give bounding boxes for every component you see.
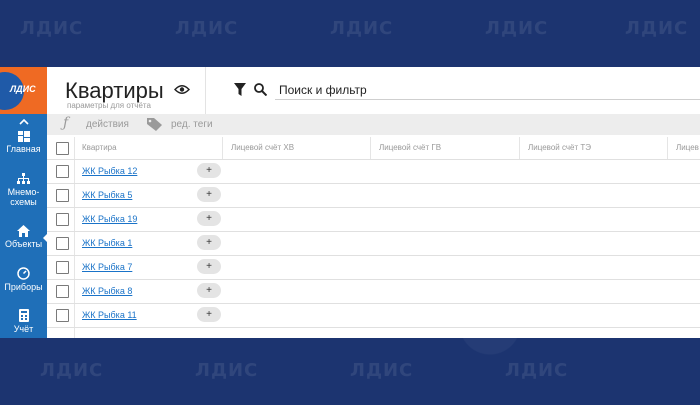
table-row[interactable]: ЖК Рыбка 1 + [47, 232, 700, 256]
add-button[interactable]: + [197, 211, 221, 226]
row-checkbox[interactable] [56, 309, 69, 322]
column-divider [519, 137, 520, 159]
apartment-link[interactable]: ЖК Рыбка 19 [82, 214, 137, 224]
page-subtitle: параметры для отчёта [67, 101, 151, 110]
add-button[interactable]: + [197, 283, 221, 298]
sidebar-item-label: Учёт [13, 324, 34, 334]
watermark: ЛДИС [485, 18, 549, 39]
sidebar-item-objects[interactable]: Объекты [0, 225, 48, 249]
sidebar-item-mnemo[interactable]: Мнемо-схемы [0, 173, 47, 207]
table-header: Квартира Лицевой счёт ХВ Лицевой счёт ГВ… [47, 137, 700, 160]
logo[interactable]: ЛДИС [0, 67, 47, 114]
actions-button[interactable]: действия [86, 119, 129, 130]
watermark: ЛДИС [330, 18, 394, 39]
sidebar-item-label: Объекты [4, 239, 43, 249]
select-all-checkbox[interactable] [56, 142, 69, 155]
function-icon[interactable]: ƒ [63, 115, 68, 131]
hierarchy-icon [17, 173, 30, 184]
filter-icon[interactable] [234, 83, 246, 96]
sidebar-item-home[interactable]: Главная [0, 131, 47, 154]
sidebar-item-devices[interactable]: Приборы [0, 267, 47, 292]
table-row[interactable]: ЖК Рыбка 8 + [47, 280, 700, 304]
sidebar-item-label: Приборы [4, 282, 43, 292]
apartment-link[interactable]: ЖК Рыбка 11 [82, 310, 137, 320]
column-header-account-more[interactable]: Лицев [676, 143, 699, 152]
tag-icon[interactable] [147, 118, 162, 131]
column-header-apartment[interactable]: Квартира [82, 143, 117, 152]
add-button[interactable]: + [197, 235, 221, 250]
sidebar: ЛДИС Главная Мнемо-схемы Объекты Приборы… [0, 67, 48, 338]
column-header-account-hot-water[interactable]: Лицевой счёт ГВ [379, 143, 441, 152]
column-header-account-heat[interactable]: Лицевой счёт ТЭ [528, 143, 591, 152]
watermark: ЛДИС [20, 18, 84, 39]
apartment-link[interactable]: ЖК Рыбка 5 [82, 190, 132, 200]
logo-text: ЛДИС [10, 84, 36, 94]
table-row[interactable]: ЖК Рыбка 7 + [47, 256, 700, 280]
app-window: ЛДИС Главная Мнемо-схемы Объекты Приборы… [0, 67, 700, 338]
column-header-account-cold-water[interactable]: Лицевой счёт ХВ [231, 143, 294, 152]
watermark: ЛДИС [195, 360, 259, 381]
eye-icon[interactable] [174, 84, 190, 95]
column-divider [222, 137, 223, 159]
edit-tags-button[interactable]: ред. теги [171, 119, 213, 130]
table-row[interactable]: ЖК Рыбка 12 + [47, 160, 700, 184]
column-divider [667, 137, 668, 159]
row-checkbox[interactable] [56, 165, 69, 178]
add-button[interactable]: + [197, 187, 221, 202]
gauge-icon [17, 267, 30, 280]
row-checkbox[interactable] [56, 237, 69, 250]
sidebar-item-accounting[interactable]: Учёт [0, 309, 47, 334]
watermark: ЛДИС [350, 360, 414, 381]
table-row[interactable]: ЖК Рыбка 19 + [47, 208, 700, 232]
calculator-icon [18, 309, 29, 322]
sidebar-item-label: Главная [6, 144, 41, 154]
page-header: Квартиры параметры для отчёта [47, 67, 700, 114]
row-checkbox[interactable] [56, 285, 69, 298]
add-button[interactable]: + [197, 259, 221, 274]
toolbar: ƒ действия ред. теги [47, 114, 700, 135]
table-row[interactable]: ЖК Рыбка 5 + [47, 184, 700, 208]
apartment-link[interactable]: ЖК Рыбка 8 [82, 286, 132, 296]
search-input[interactable] [279, 81, 699, 99]
watermark: ЛДИС [505, 360, 569, 381]
column-divider [370, 137, 371, 159]
search-underline [275, 99, 700, 100]
row-checkbox[interactable] [56, 189, 69, 202]
watermark: ЛДИС [40, 360, 104, 381]
home-icon [17, 225, 30, 237]
watermark: ЛДИС [175, 18, 239, 39]
watermark: ЛДИС [625, 18, 689, 39]
add-button[interactable]: + [197, 307, 221, 322]
table-row[interactable]: ЖК Рыбка 11 + [47, 304, 700, 328]
add-button[interactable]: + [197, 163, 221, 178]
apartment-link[interactable]: ЖК Рыбка 1 [82, 238, 132, 248]
data-table: Квартира Лицевой счёт ХВ Лицевой счёт ГВ… [47, 137, 700, 338]
row-checkbox[interactable] [56, 261, 69, 274]
collapse-button[interactable] [0, 116, 47, 128]
dashboard-icon [17, 131, 30, 142]
header-divider [205, 67, 206, 114]
sidebar-item-label: Мнемо-схемы [7, 187, 40, 207]
search-icon[interactable] [254, 83, 267, 96]
apartment-link[interactable]: ЖК Рыбка 12 [82, 166, 137, 176]
row-checkbox[interactable] [56, 213, 69, 226]
chevron-up-icon [18, 118, 29, 125]
apartment-link[interactable]: ЖК Рыбка 7 [82, 262, 132, 272]
